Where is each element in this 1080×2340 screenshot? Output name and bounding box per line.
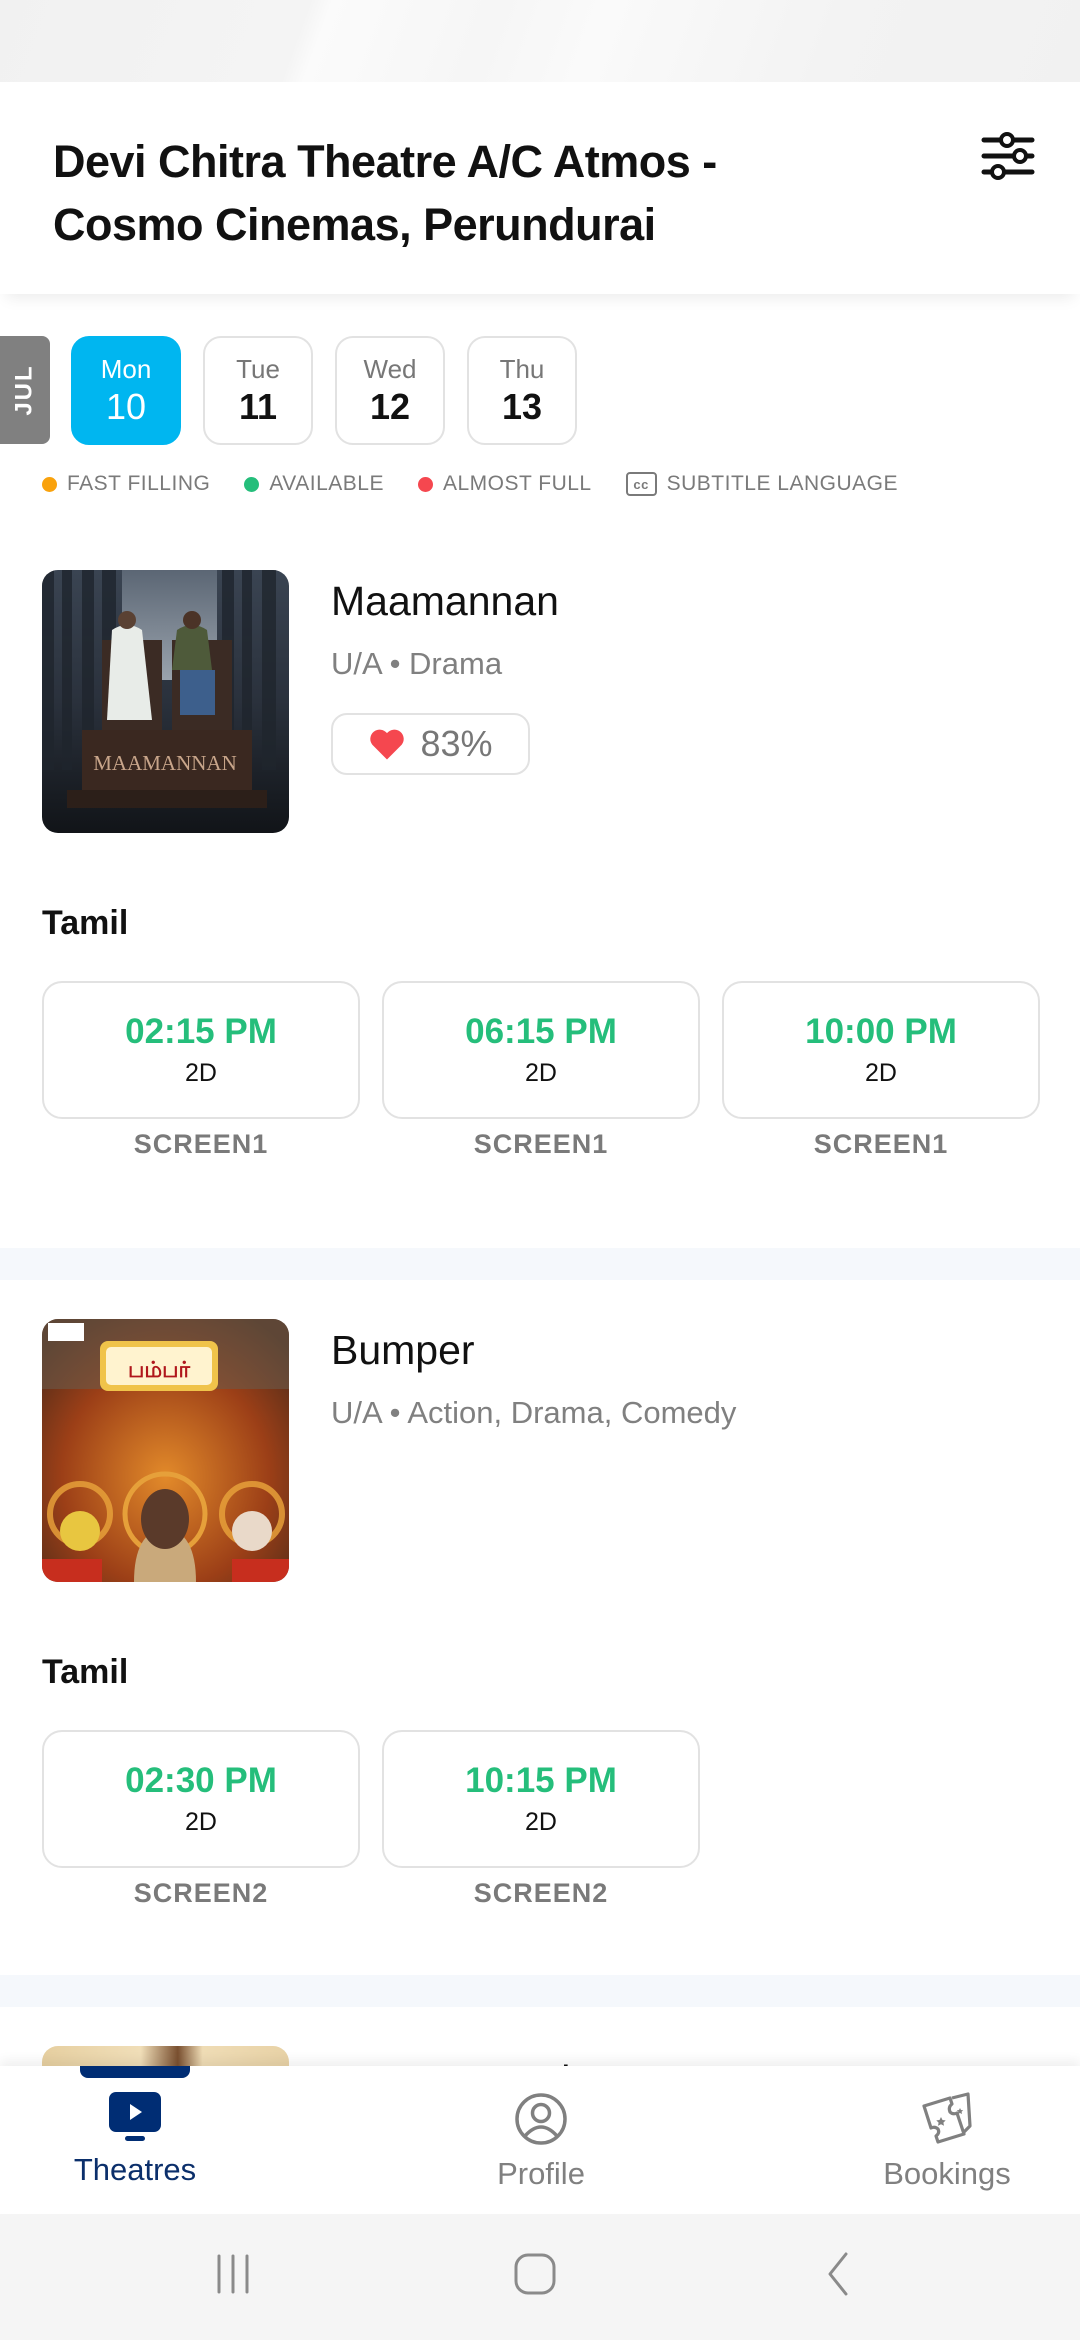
legend-label: SUBTITLE LANGUAGE [666, 472, 898, 495]
showtime: 02:30 PM 2D SCREEN2 [42, 1730, 360, 1909]
legend-label: FAST FILLING [67, 472, 211, 495]
almost-full-dot-icon [417, 476, 433, 492]
date-chip-tue-11[interactable]: Tue 11 [203, 336, 313, 445]
filter-button[interactable] [978, 126, 1038, 186]
nav-label: Theatres [73, 2152, 197, 2187]
showtime-button[interactable]: 02:15 PM 2D [42, 981, 360, 1119]
status-bar-area [0, 0, 1080, 82]
showtime: 10:00 PM 2D SCREEN1 [722, 981, 1040, 1160]
show-screen: SCREEN1 [473, 1129, 609, 1159]
show-time: 06:15 PM [465, 1012, 617, 1051]
showtimes: 02:30 PM 2D SCREEN2 10:15 PM 2D SCREEN2 [42, 1730, 700, 1909]
show-time: 02:15 PM [125, 1012, 277, 1051]
show-time: 02:30 PM [125, 1761, 277, 1800]
sliders-icon [981, 132, 1035, 180]
poster-title-text: MAAMANNAN [93, 751, 237, 775]
theatre-play-icon [109, 2092, 161, 2141]
legend-subtitle-language: cc SUBTITLE LANGUAGE [625, 472, 898, 496]
bumper-poster-image: பம்பர் [42, 1319, 289, 1582]
maamannan-poster-image: MAAMANNAN [42, 570, 289, 833]
showtime: 06:15 PM 2D SCREEN1 [382, 981, 700, 1160]
date-dow: Mon [100, 353, 152, 384]
legend-label: AVAILABLE [269, 472, 384, 495]
poster-title-text: பம்பர் [128, 1358, 190, 1383]
date-dow: Tue [236, 353, 280, 384]
month-label: JUL [0, 336, 50, 444]
date-dow: Thu [499, 353, 545, 384]
date-chip-wed-12[interactable]: Wed 12 [335, 336, 445, 445]
heart-icon [370, 729, 405, 760]
rating-badge: 83% [331, 713, 530, 775]
back-chevron-icon [828, 2252, 848, 2296]
date-day: 10 [105, 385, 147, 427]
fast-filling-dot-icon [42, 476, 57, 492]
showtime-button[interactable]: 06:15 PM 2D [382, 981, 700, 1119]
nav-bookings[interactable]: Bookings [837, 2092, 1057, 2192]
back-button[interactable] [797, 2244, 877, 2304]
legend-available: AVAILABLE [244, 472, 384, 496]
nav-label: Bookings [883, 2156, 1011, 2191]
system-navigation-bar [0, 2214, 1080, 2340]
tickets-icon [922, 2092, 972, 2144]
section-divider [0, 1248, 1080, 1280]
show-time: 10:00 PM [805, 1012, 957, 1051]
profile-icon [515, 2093, 567, 2145]
theatre-header: Devi Chitra Theatre A/C Atmos - Cosmo Ci… [0, 82, 1080, 294]
show-screen: SCREEN2 [473, 1878, 609, 1908]
recent-apps-icon [217, 2254, 249, 2294]
home-icon [514, 2253, 556, 2295]
date-day: 11 [238, 385, 278, 427]
show-screen: SCREEN2 [133, 1878, 269, 1908]
nav-theatres[interactable]: Theatres [25, 2092, 245, 2188]
date-chip-mon-10[interactable]: Mon 10 [71, 336, 181, 445]
show-format: 2D [185, 1808, 217, 1836]
month-text: JUL [11, 364, 38, 416]
show-format: 2D [865, 1059, 897, 1087]
show-screen: SCREEN1 [813, 1129, 949, 1159]
legend-almost-full: ALMOST FULL [417, 472, 592, 496]
date-day: 12 [369, 385, 411, 427]
legend-label: ALMOST FULL [442, 472, 592, 495]
bottom-navigation: Theatres Profile Bookings [0, 2066, 1080, 2214]
movie-poster[interactable]: பம்பர் [42, 1319, 289, 1582]
theatre-title: Devi Chitra Theatre A/C Atmos - Cosmo Ci… [53, 136, 717, 250]
recent-apps-button[interactable] [193, 2244, 273, 2304]
movie-poster-partial[interactable] [42, 2046, 289, 2066]
showtime-button[interactable]: 10:00 PM 2D [722, 981, 1040, 1119]
home-button[interactable] [495, 2244, 575, 2304]
showtimes: 02:15 PM 2D SCREEN1 06:15 PM 2D SCREEN1 … [42, 981, 1040, 1160]
language-label: Tamil [42, 1653, 129, 1691]
show-format: 2D [185, 1059, 217, 1087]
date-selector: Mon 10 Tue 11 Wed 12 Thu 13 [71, 336, 577, 445]
section-divider [0, 1975, 1080, 2007]
nav-profile[interactable]: Profile [431, 2092, 651, 2192]
showtime-button[interactable]: 02:30 PM 2D [42, 1730, 360, 1868]
subtitle-cc-icon: cc [625, 472, 657, 496]
show-time: 10:15 PM [465, 1761, 617, 1800]
show-format: 2D [525, 1059, 557, 1087]
showtime: 10:15 PM 2D SCREEN2 [382, 1730, 700, 1909]
legend-fast-filling: FAST FILLING [42, 472, 210, 496]
movie-poster[interactable]: MAAMANNAN [42, 570, 289, 833]
date-dow: Wed [363, 353, 417, 384]
date-day: 13 [501, 385, 543, 427]
active-tab-indicator [80, 2066, 190, 2078]
show-screen: SCREEN1 [133, 1129, 269, 1159]
language-label: Tamil [42, 904, 129, 942]
movie-meta: U/A • Drama [331, 646, 503, 681]
showtime: 02:15 PM 2D SCREEN1 [42, 981, 360, 1160]
nav-label: Profile [497, 2156, 585, 2191]
show-format: 2D [525, 1808, 557, 1836]
available-dot-icon [244, 476, 260, 492]
movie-title[interactable]: Bumper [331, 1327, 475, 1374]
movie-title[interactable]: Maamannan [331, 578, 559, 625]
showtime-button[interactable]: 10:15 PM 2D [382, 1730, 700, 1868]
rating-value: 83% [420, 723, 493, 764]
date-chip-thu-13[interactable]: Thu 13 [467, 336, 577, 445]
movie-meta: U/A • Action, Drama, Comedy [331, 1395, 737, 1430]
availability-legend: FAST FILLING AVAILABLE ALMOST FULL cc SU… [42, 472, 898, 496]
movie-title-partial[interactable]: Porur Pongal... [331, 2050, 605, 2066]
